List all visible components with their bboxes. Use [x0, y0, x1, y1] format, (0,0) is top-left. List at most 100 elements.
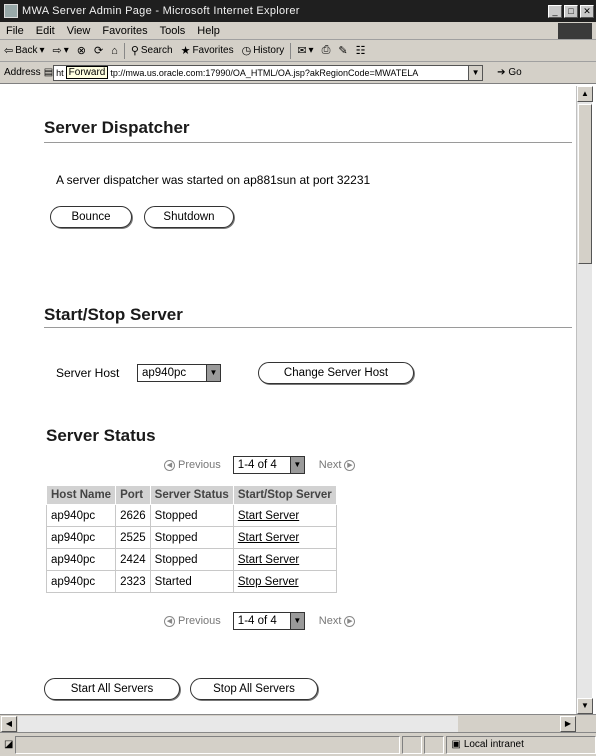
- search-icon: ⚲: [130, 45, 139, 57]
- scroll-up-icon[interactable]: ▲: [577, 86, 593, 102]
- table-row: ap940pc 2525 Stopped Start Server: [45, 526, 337, 549]
- history-icon: ◷: [241, 45, 252, 57]
- history-button[interactable]: ◷ History: [238, 44, 289, 57]
- history-label: History: [253, 45, 285, 56]
- scroll-thumb[interactable]: [578, 104, 592, 264]
- forward-button[interactable]: ⇨ ▾: [48, 44, 72, 57]
- action-cell: Start Server: [232, 526, 337, 549]
- server-host-label: Server Host: [56, 366, 120, 380]
- stop-button[interactable]: ⊗: [73, 44, 90, 57]
- window-title: MWA Server Admin Page - Microsoft Intern…: [22, 5, 300, 17]
- status-cell: Stopped: [149, 548, 234, 571]
- search-button[interactable]: ⚲ Search: [127, 44, 177, 57]
- windows-logo-icon: [558, 22, 592, 39]
- refresh-button[interactable]: ⟳: [90, 44, 107, 57]
- chevron-down-icon: ▾: [308, 45, 314, 56]
- edit-icon: ✎: [338, 45, 348, 57]
- back-arrow-icon: ⇦: [4, 45, 14, 57]
- table-row: ap940pc 2323 Started Stop Server: [45, 570, 337, 593]
- minimize-button[interactable]: _: [548, 4, 562, 18]
- back-label: Back: [15, 45, 38, 56]
- change-server-host-button[interactable]: Change Server Host: [258, 362, 414, 384]
- chevron-down-icon: ▾: [39, 45, 45, 56]
- bounce-button[interactable]: Bounce: [50, 206, 132, 228]
- menu-tools[interactable]: Tools: [154, 25, 192, 37]
- page-range-select[interactable]: 1-4 of 4 ▼: [232, 456, 305, 474]
- host-cell: ap940pc: [45, 570, 117, 593]
- scroll-right-icon[interactable]: ▶: [560, 716, 576, 732]
- shutdown-button[interactable]: Shutdown: [144, 206, 234, 228]
- mail-button[interactable]: ✉ ▾: [293, 44, 317, 57]
- close-button[interactable]: ✕: [580, 4, 594, 18]
- address-dropdown-button[interactable]: ▼: [469, 64, 484, 81]
- print-icon: ⎙: [321, 44, 331, 56]
- favorites-button[interactable]: ★ Favorites: [177, 44, 238, 57]
- host-cell: ap940pc: [45, 526, 117, 549]
- chevron-down-icon: ▼: [206, 365, 220, 381]
- start-all-servers-button[interactable]: Start All Servers: [44, 678, 180, 700]
- previous-link[interactable]: ◀ Previous: [164, 615, 221, 627]
- action-cell: Start Server: [232, 548, 337, 571]
- mail-icon: ✉: [297, 45, 307, 57]
- scroll-left-icon[interactable]: ◀: [1, 716, 17, 732]
- toolbar-separator: [123, 42, 125, 59]
- print-button[interactable]: ⎙: [318, 44, 335, 57]
- menu-help[interactable]: Help: [191, 25, 226, 37]
- security-zone-panel: ▣ Local intranet: [446, 735, 596, 754]
- host-cell: ap940pc: [45, 504, 117, 527]
- ie-icon: [4, 4, 18, 18]
- server-dispatcher-heading: Server Dispatcher: [44, 118, 190, 137]
- stop-server-link[interactable]: Stop Server: [238, 576, 299, 588]
- address-prefix: ht: [56, 67, 64, 78]
- search-label: Search: [140, 45, 173, 56]
- page-range-select[interactable]: 1-4 of 4 ▼: [232, 612, 305, 630]
- maximize-button[interactable]: □: [564, 4, 578, 18]
- go-arrow-icon: ➔: [497, 67, 506, 78]
- favorites-label: Favorites: [192, 45, 234, 56]
- horizontal-scrollbar[interactable]: ◀ ▶: [0, 714, 596, 732]
- standard-toolbar: ⇦ Back ▾ ⇨ ▾ ⊗ ⟳ ⌂ ⚲ Search ★ Favorites …: [0, 40, 596, 62]
- next-label: Next: [318, 459, 342, 471]
- status-cell: Stopped: [149, 504, 234, 527]
- start-server-link[interactable]: Start Server: [238, 510, 299, 522]
- server-host-value: ap940pc: [142, 367, 187, 379]
- start-server-link[interactable]: Start Server: [238, 532, 299, 544]
- discuss-icon: ☷: [355, 45, 366, 57]
- menu-favorites[interactable]: Favorites: [96, 25, 153, 37]
- vertical-scrollbar[interactable]: ▲ ▼: [576, 86, 593, 714]
- chevron-down-icon: ▼: [289, 457, 304, 473]
- go-button[interactable]: ➔ Go: [497, 67, 522, 78]
- server-host-select[interactable]: ap940pc ▼: [137, 364, 221, 382]
- page-content: Server Dispatcher A server dispatcher wa…: [6, 86, 574, 714]
- host-cell: ap940pc: [45, 548, 117, 571]
- next-label: Next: [318, 615, 342, 627]
- menu-bar: File Edit View Favorites Tools Help: [0, 22, 596, 40]
- refresh-icon: ⟳: [93, 45, 104, 57]
- previous-link[interactable]: ◀ Previous: [164, 459, 221, 471]
- stop-all-servers-button[interactable]: Stop All Servers: [190, 678, 318, 700]
- home-button[interactable]: ⌂: [107, 45, 122, 57]
- back-button[interactable]: ⇦ Back ▾: [0, 44, 48, 57]
- menu-file[interactable]: File: [0, 25, 30, 37]
- menu-edit[interactable]: Edit: [30, 25, 61, 37]
- page-range-value: 1-4 of 4: [237, 459, 277, 471]
- home-icon: ⌂: [111, 44, 118, 57]
- menu-view[interactable]: View: [61, 25, 97, 37]
- column-header-port: Port: [115, 485, 151, 505]
- address-input[interactable]: ht Forward tp://mwa.us.oracle.com:17990/…: [53, 64, 470, 81]
- page-done-icon: ◪: [4, 739, 14, 750]
- next-icon: ▶: [344, 615, 356, 627]
- discuss-button[interactable]: ☷: [352, 44, 370, 57]
- next-link[interactable]: Next ▶: [319, 615, 356, 627]
- status-text-panel: [15, 735, 401, 754]
- horizontal-scroll-thumb[interactable]: [18, 716, 458, 732]
- address-bar: Address ▤ ht Forward tp://mwa.us.oracle.…: [0, 62, 596, 84]
- start-server-link[interactable]: Start Server: [238, 554, 299, 566]
- next-icon: ▶: [344, 459, 356, 471]
- port-cell: 2626: [115, 504, 151, 527]
- section-divider: [44, 142, 572, 143]
- action-cell: Stop Server: [232, 570, 337, 593]
- edit-button[interactable]: ✎: [334, 44, 351, 57]
- next-link[interactable]: Next ▶: [319, 459, 356, 471]
- scroll-down-icon[interactable]: ▼: [577, 698, 593, 714]
